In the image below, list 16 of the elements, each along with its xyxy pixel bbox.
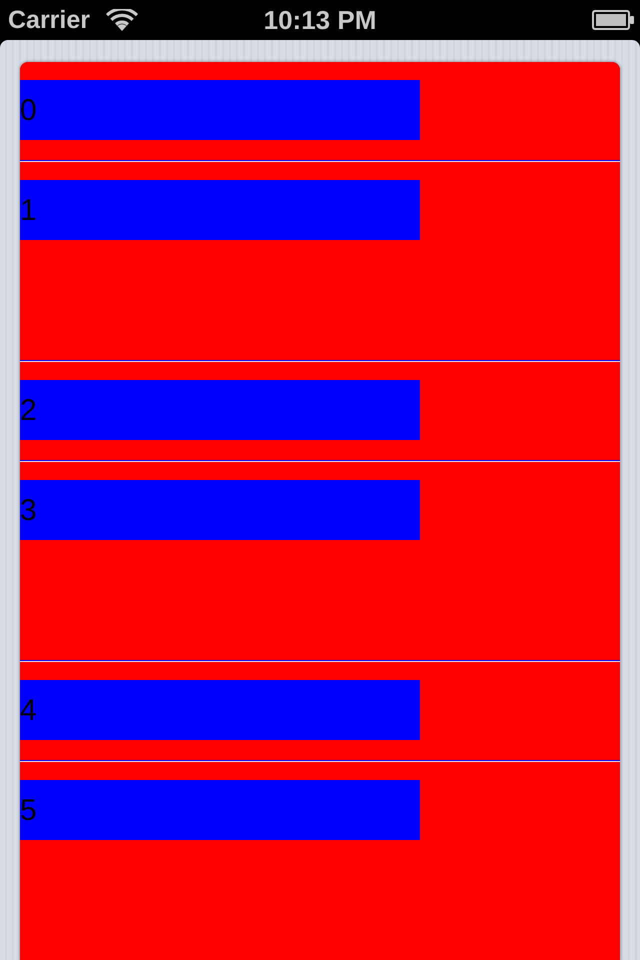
- table-row[interactable]: 0: [20, 62, 620, 160]
- row-label: 0: [20, 80, 420, 140]
- row-label: 3: [20, 480, 420, 540]
- status-time: 10:13 PM: [264, 5, 376, 35]
- table-row[interactable]: 1: [20, 162, 620, 360]
- battery-icon: [592, 10, 634, 30]
- row-label: 5: [20, 780, 420, 840]
- carrier-name: Carrier: [8, 5, 90, 35]
- table-row[interactable]: 2: [20, 362, 620, 460]
- table-row[interactable]: 3: [20, 462, 620, 660]
- row-label: 1: [20, 180, 420, 240]
- table-row[interactable]: 4: [20, 662, 620, 760]
- table-row[interactable]: 5: [20, 762, 620, 960]
- wifi-icon: [106, 9, 138, 31]
- row-label: 4: [20, 680, 420, 740]
- row-label: 2: [20, 380, 420, 440]
